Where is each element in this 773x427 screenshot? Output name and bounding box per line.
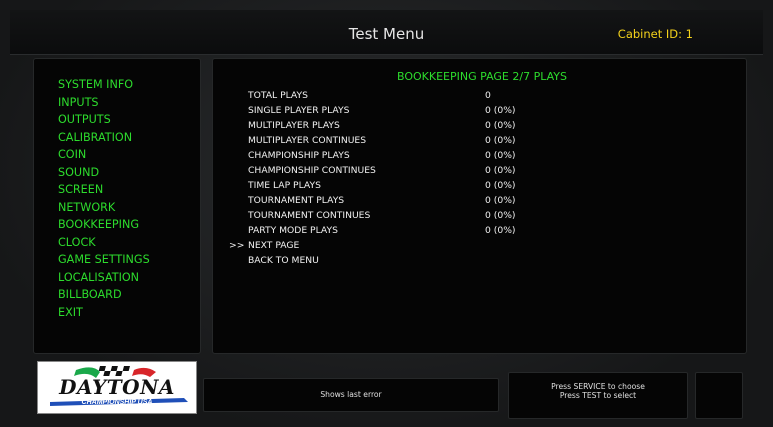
error-text: Shows last error xyxy=(320,390,382,399)
menu-item-bookkeeping[interactable]: BOOKKEEPING xyxy=(58,216,150,234)
stat-value: 0 (0%) xyxy=(485,120,516,131)
menu-item-screen[interactable]: SCREEN xyxy=(58,181,150,199)
stat-value: 0 (0%) xyxy=(485,135,516,146)
menu-item-billboard[interactable]: BILLBOARD xyxy=(58,286,150,304)
stat-value: 0 (0%) xyxy=(485,180,516,191)
menu-item-network[interactable]: NETWORK xyxy=(58,199,150,217)
stat-value: 0 xyxy=(485,90,491,101)
bookkeeping-panel: BOOKKEEPING PAGE 2/7 PLAYS TOTAL PLAYS 0… xyxy=(212,58,747,354)
stat-value: 0 (0%) xyxy=(485,165,516,176)
menu-item-clock[interactable]: CLOCK xyxy=(58,234,150,252)
selection-cursor: >> xyxy=(229,240,245,251)
stat-label: TOURNAMENT PLAYS xyxy=(248,195,345,206)
test-menu-screen: Test Menu Cabinet ID: 1 SYSTEM INFO INPU… xyxy=(0,0,773,427)
status-box xyxy=(695,372,743,419)
instructions-box: Press SERVICE to choose Press TEST to se… xyxy=(508,372,688,419)
stat-label: SINGLE PLAYER PLAYS xyxy=(248,105,350,116)
stat-label: CHAMPIONSHIP CONTINUES xyxy=(248,165,376,176)
daytona-logo: DAYTONA CHAMPIONSHIP USA xyxy=(37,361,197,414)
stat-value: 0 (0%) xyxy=(485,210,516,221)
stat-label: TIME LAP PLAYS xyxy=(248,180,321,191)
menu-item-sound[interactable]: SOUND xyxy=(58,164,150,182)
instruction-test: Press TEST to select xyxy=(559,391,637,400)
stat-label: PARTY MODE PLAYS xyxy=(248,225,338,236)
error-box: Shows last error xyxy=(203,378,499,412)
menu-item-calibration[interactable]: CALIBRATION xyxy=(58,129,150,147)
menu-item-coin[interactable]: COIN xyxy=(58,146,150,164)
menu-item-exit[interactable]: EXIT xyxy=(58,304,150,322)
back-to-menu-label: BACK TO MENU xyxy=(248,255,319,266)
stat-label: TOURNAMENT CONTINUES xyxy=(248,210,371,221)
menu-item-system-info[interactable]: SYSTEM INFO xyxy=(58,76,150,94)
logo-subtitle: CHAMPIONSHIP USA xyxy=(81,399,153,406)
stat-label: TOTAL PLAYS xyxy=(248,90,308,101)
cabinet-id: Cabinet ID: 1 xyxy=(617,27,693,41)
bookkeeping-heading: BOOKKEEPING PAGE 2/7 PLAYS xyxy=(397,70,567,83)
stat-value: 0 (0%) xyxy=(485,105,516,116)
title-bar: Test Menu Cabinet ID: 1 xyxy=(10,10,763,55)
next-page-label: NEXT PAGE xyxy=(248,240,300,251)
stat-label: MULTIPLAYER CONTINUES xyxy=(248,135,367,146)
stat-value: 0 (0%) xyxy=(485,150,516,161)
logo-wordmark: DAYTONA xyxy=(59,375,175,399)
main-menu: SYSTEM INFO INPUTS OUTPUTS CALIBRATION C… xyxy=(58,76,150,321)
instruction-service: Press SERVICE to choose xyxy=(551,382,645,391)
stat-value: 0 (0%) xyxy=(485,195,516,206)
stat-label: MULTIPLAYER PLAYS xyxy=(248,120,340,131)
main-menu-panel: SYSTEM INFO INPUTS OUTPUTS CALIBRATION C… xyxy=(33,58,201,354)
menu-item-localisation[interactable]: LOCALISATION xyxy=(58,269,150,287)
stat-label: CHAMPIONSHIP PLAYS xyxy=(248,150,350,161)
menu-item-inputs[interactable]: INPUTS xyxy=(58,94,150,112)
menu-item-outputs[interactable]: OUTPUTS xyxy=(58,111,150,129)
stat-value: 0 (0%) xyxy=(485,225,516,236)
menu-item-game-settings[interactable]: GAME SETTINGS xyxy=(58,251,150,269)
